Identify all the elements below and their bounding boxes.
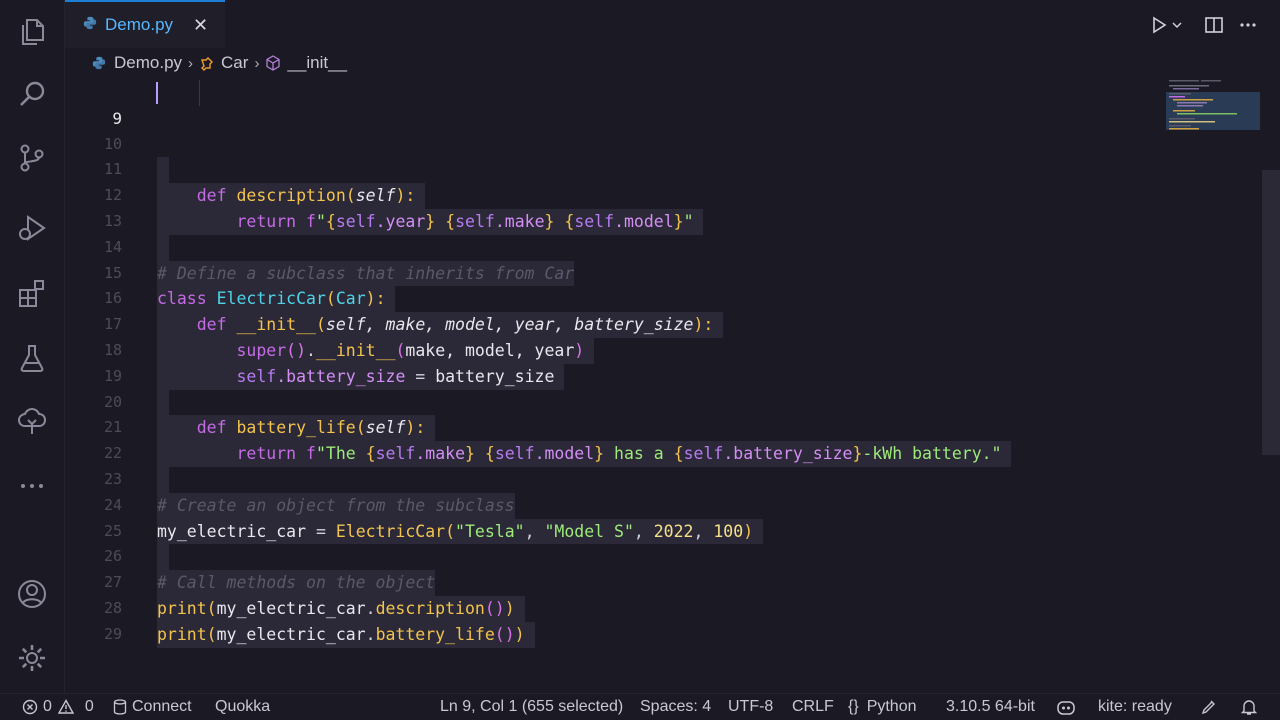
code-line: 22 <box>65 415 1165 493</box>
tab-label: Demo.py <box>105 15 174 34</box>
error-icon <box>22 699 43 715</box>
code-line: 28 print(my_electric_car.battery_life()) <box>65 570 1165 648</box>
code-line: 12 return f"{self.year} {self.make} {sel… <box>65 157 1165 235</box>
remote-explorer-icon[interactable] <box>14 404 50 440</box>
account-icon[interactable] <box>14 576 50 612</box>
code-line: 9 self.year = year <box>65 80 1165 209</box>
testing-icon[interactable] <box>14 340 50 376</box>
minimap[interactable] <box>1165 80 1261 130</box>
kite-status[interactable]: kite: ready <box>1098 694 1172 720</box>
code-line: 19 <box>65 338 1165 416</box>
activity-bar <box>0 0 65 694</box>
code-line: 13 <box>65 183 1165 261</box>
code-editor[interactable]: 9 self.year = year 10 11 def description… <box>65 80 1165 694</box>
line-ending[interactable]: CRLF <box>792 694 834 720</box>
bell-icon[interactable] <box>1240 694 1263 720</box>
connect-item[interactable]: Connect <box>113 694 192 720</box>
breadcrumb-file[interactable]: Demo.py <box>114 53 182 73</box>
code-line: 15 class ElectricCar(Car): <box>65 235 1165 313</box>
explorer-icon[interactable] <box>14 14 50 50</box>
breadcrumb-class[interactable]: Car <box>221 53 248 73</box>
warning-icon <box>57 699 79 715</box>
code-line: 25 <box>65 493 1165 571</box>
breadcrumb: Demo.py › Car › __init__ <box>92 50 347 76</box>
text-cursor <box>156 82 158 104</box>
code-line: 17 super().__init__(make, model, year) <box>65 286 1165 364</box>
code-line: 27 print(my_electric_car.description()) <box>65 544 1165 622</box>
copilot-icon[interactable] <box>1056 694 1081 720</box>
code-line: 10 <box>65 106 1165 184</box>
code-line: 16 def __init__(self, make, model, year,… <box>65 261 1165 338</box>
code-line: 20 def battery_life(self): <box>65 364 1165 442</box>
indentation[interactable]: Spaces: 4 <box>640 694 711 720</box>
code-line: 26 # Call methods on the object <box>65 519 1165 596</box>
close-icon[interactable]: ✕ <box>193 15 208 36</box>
status-bar: 0 0 Connect Quokka Ln 9, Col 1 (655 sele… <box>0 693 1280 720</box>
indent-guide <box>199 80 200 106</box>
code-line: 21 return f"The {self.make} {self.model}… <box>65 390 1165 467</box>
code-line: 23 # Create an object from the subclass <box>65 441 1165 519</box>
code-line: 14 # Define a subclass that inherits fro… <box>65 209 1165 287</box>
python-interpreter[interactable]: 3.10.5 64-bit <box>946 694 1035 720</box>
chevron-right-icon: › <box>254 54 260 72</box>
database-icon <box>113 699 132 715</box>
warning-count: 0 <box>84 698 94 715</box>
breadcrumb-method[interactable]: __init__ <box>287 53 347 73</box>
connect-label: Connect <box>132 698 192 715</box>
encoding[interactable]: UTF-8 <box>728 694 773 720</box>
braces-icon: {} <box>848 698 859 715</box>
code-text: print(my_electric_car.battery_life()) <box>157 621 535 648</box>
extensions-icon[interactable] <box>14 275 50 311</box>
feedback-icon[interactable] <box>1200 694 1223 720</box>
chevron-down-icon[interactable] <box>1168 12 1186 38</box>
quokka-item[interactable]: Quokka <box>215 694 270 720</box>
language-label: Python <box>866 698 917 715</box>
code-line: 29 <box>65 596 1165 643</box>
tab-bar: Demo.py ✕ <box>65 0 1280 48</box>
source-control-icon[interactable] <box>14 140 50 176</box>
split-editor-icon[interactable] <box>1201 12 1227 38</box>
tab-demo-py[interactable]: Demo.py ✕ <box>65 0 225 48</box>
vertical-scrollbar[interactable] <box>1262 170 1280 455</box>
class-symbol-icon <box>199 55 215 71</box>
cursor-position[interactable]: Ln 9, Col 1 (655 selected) <box>440 694 623 720</box>
code-line: 11 def description(self): <box>65 132 1165 209</box>
problems-indicator[interactable]: 0 0 <box>22 694 94 720</box>
search-icon[interactable] <box>14 76 50 112</box>
python-file-icon <box>92 56 106 70</box>
more-icon[interactable] <box>14 468 50 504</box>
code-line: 18 self.battery_size = battery_size <box>65 312 1165 390</box>
python-file-icon <box>83 16 97 35</box>
ellipsis-icon[interactable] <box>1235 12 1261 38</box>
chevron-right-icon: › <box>188 54 194 72</box>
run-debug-icon[interactable] <box>14 210 50 246</box>
line-number: 29 <box>103 624 122 643</box>
error-count: 0 <box>43 698 52 715</box>
code-line: 24 my_electric_car = ElectricCar("Tesla"… <box>65 467 1165 545</box>
method-symbol-icon <box>265 55 281 71</box>
settings-gear-icon[interactable] <box>14 640 50 676</box>
language-mode[interactable]: {} Python <box>848 694 917 720</box>
